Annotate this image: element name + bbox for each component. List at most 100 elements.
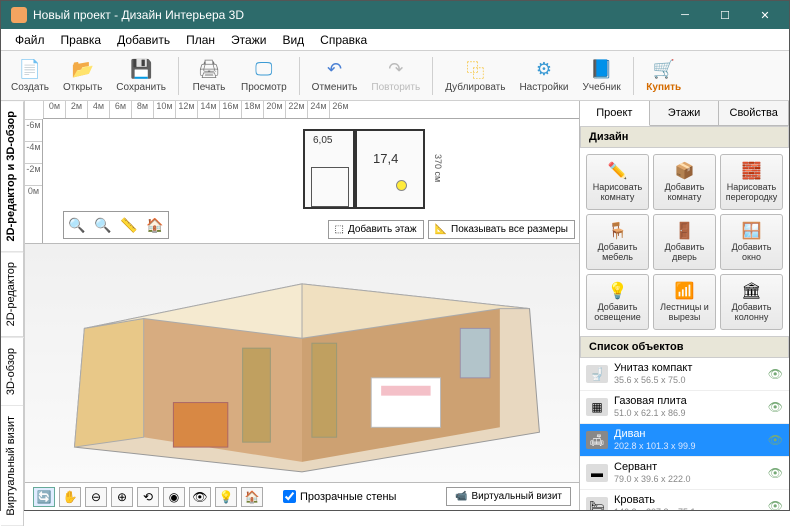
visibility-toggle-icon[interactable]: 👁	[768, 466, 783, 480]
open-button[interactable]: 📂Открыть	[57, 57, 108, 95]
close-button[interactable]: ✕	[745, 1, 785, 29]
monitor-icon: 🖵	[253, 59, 275, 81]
object-dimensions: 35.6 x 56.5 x 75.0	[614, 375, 762, 386]
object-icon: 🛋	[586, 431, 608, 449]
duplicate-button[interactable]: ⿻Дублировать	[439, 57, 511, 95]
floorplan-canvas[interactable]: 6,05 17,4 370 см 🔍 🔍 📏 🏠 ⬚Добавить этаж …	[43, 119, 579, 243]
draw-room-button[interactable]: ✏️Нарисовать комнату	[586, 154, 649, 210]
maximize-button[interactable]: ☐	[705, 1, 745, 29]
ruler-tick: -2м	[25, 163, 42, 185]
redo-button[interactable]: ↷Повторить	[365, 57, 426, 95]
save-icon: 💾	[130, 59, 152, 81]
selection-marker[interactable]	[396, 180, 407, 191]
zoom-in-2d[interactable]: 🔍	[92, 214, 114, 236]
minimize-button[interactable]: ─	[665, 1, 705, 29]
visibility-toggle-icon[interactable]: 👁	[768, 499, 783, 510]
object-icon: 🛏	[586, 497, 608, 510]
zoom-toolbar-2d: 🔍 🔍 📏 🏠	[63, 211, 169, 239]
ruler-tick: 8м	[131, 101, 153, 118]
draw-wall-button[interactable]: 🧱Нарисовать перегородку	[720, 154, 783, 210]
tab-floors[interactable]: Этажи	[650, 101, 720, 125]
home-view-2d[interactable]: 🏠	[144, 214, 166, 236]
buy-button[interactable]: 🛒Купить	[640, 57, 688, 95]
object-name: Газовая плита	[614, 395, 762, 408]
right-tabs: Проект Этажи Свойства	[580, 101, 789, 126]
menu-add[interactable]: Добавить	[109, 31, 178, 49]
object-list-item[interactable]: ▬ Сервант79.0 x 39.6 x 222.0 👁	[580, 457, 789, 490]
rotate-360-button[interactable]: 🔄	[33, 487, 55, 507]
pan-button[interactable]: ✋	[59, 487, 81, 507]
object-list-item[interactable]: 🛋 Диван202.8 x 101.3 x 99.9 👁	[580, 424, 789, 457]
ruler-tick: 12м	[175, 101, 197, 118]
object-dimensions: 202.8 x 101.3 x 99.9	[614, 441, 762, 452]
menu-plan[interactable]: План	[178, 31, 223, 49]
ruler-tick: 14м	[197, 101, 219, 118]
menu-help[interactable]: Справка	[312, 31, 375, 49]
camera-icon: 📹	[455, 491, 467, 502]
zoom-in-3d[interactable]: ⊕	[111, 487, 133, 507]
room-2[interactable]: 17,4	[355, 129, 425, 209]
visibility-toggle-icon[interactable]: 👁	[768, 400, 783, 414]
visibility-toggle-icon[interactable]: 👁	[768, 433, 783, 447]
add-box-icon: 📦	[675, 161, 695, 181]
object-list-item[interactable]: ▦ Газовая плита51.0 x 62.1 x 86.9 👁	[580, 391, 789, 424]
tutorial-button[interactable]: 📘Учебник	[577, 57, 627, 95]
ruler-icon: 📐	[435, 224, 447, 235]
home-view-3d[interactable]: 🏠	[241, 487, 263, 507]
measure-tool[interactable]: 📏	[118, 214, 140, 236]
zoom-out-3d[interactable]: ⊖	[85, 487, 107, 507]
add-furniture-button[interactable]: 🪑Добавить мебель	[586, 214, 649, 270]
tab-properties[interactable]: Свойства	[719, 101, 789, 125]
view-3d[interactable]	[25, 244, 579, 482]
view-2d[interactable]: -6м-4м-2м0м 6,05 17,4 370 см 🔍 🔍 📏 🏠	[25, 119, 579, 244]
room-1[interactable]: 6,05	[303, 129, 355, 209]
ruler-tick: -4м	[25, 141, 42, 163]
tab-virtual-visit[interactable]: Виртуальный визит	[1, 406, 24, 526]
room-2-dim: 17,4	[373, 151, 398, 166]
settings-button[interactable]: ⚙Настройки	[513, 57, 574, 95]
menu-view[interactable]: Вид	[274, 31, 312, 49]
object-icon: ▬	[586, 464, 608, 482]
object-list-item[interactable]: 🛏 Кровать146.2 x 207.3 x 75.1 👁	[580, 490, 789, 510]
print-button[interactable]: 🖨Печать	[185, 57, 233, 95]
tab-3d-view[interactable]: 3D-обзор	[1, 338, 24, 406]
tab-project[interactable]: Проект	[580, 101, 650, 126]
tab-2d-3d-combo[interactable]: 2D-редактор и 3D-обзор	[1, 101, 24, 252]
object-list[interactable]: 🚽 Унитаз компакт35.6 x 56.5 x 75.0 👁▦ Га…	[580, 358, 789, 510]
visibility-toggle-icon[interactable]: 👁	[768, 367, 783, 381]
tab-2d-editor[interactable]: 2D-редактор	[1, 252, 24, 337]
create-button[interactable]: 📄Создать	[5, 57, 55, 95]
orbit-button[interactable]: ◉	[163, 487, 185, 507]
main-area: 2D-редактор и 3D-обзор 2D-редактор 3D-об…	[1, 101, 789, 510]
look-around-button[interactable]: 👁	[189, 487, 211, 507]
window-title: Новый проект - Дизайн Интерьера 3D	[33, 8, 665, 22]
object-list-item[interactable]: 🚽 Унитаз компакт35.6 x 56.5 x 75.0 👁	[580, 358, 789, 391]
window-icon: 🪟	[742, 221, 762, 241]
save-button[interactable]: 💾Сохранить	[110, 57, 172, 95]
column-icon: 🏛	[742, 281, 762, 301]
new-file-icon: 📄	[19, 59, 41, 81]
add-lighting-button[interactable]: 💡Добавить освещение	[586, 274, 649, 330]
zoom-out-2d[interactable]: 🔍	[66, 214, 88, 236]
show-dimensions-button[interactable]: 📐Показывать все размеры	[428, 220, 575, 239]
reset-view-button[interactable]: ⟲	[137, 487, 159, 507]
room-1-dim: 6,05	[313, 135, 332, 146]
menu-floors[interactable]: Этажи	[223, 31, 274, 49]
transparent-walls-checkbox[interactable]: Прозрачные стены	[283, 490, 396, 503]
add-column-button[interactable]: 🏛Добавить колонну	[720, 274, 783, 330]
design-tools-grid: ✏️Нарисовать комнату 📦Добавить комнату 🧱…	[580, 148, 789, 336]
lighting-button[interactable]: 💡	[215, 487, 237, 507]
preview-button[interactable]: 🖵Просмотр	[235, 57, 293, 95]
stairs-button[interactable]: 📶Лестницы и вырезы	[653, 274, 716, 330]
add-window-button[interactable]: 🪟Добавить окно	[720, 214, 783, 270]
undo-button[interactable]: ↶Отменить	[306, 57, 364, 95]
objects-section-header: Список объектов	[580, 336, 789, 358]
add-floor-button[interactable]: ⬚Добавить этаж	[328, 220, 424, 239]
ruler-tick: 18м	[241, 101, 263, 118]
menu-edit[interactable]: Правка	[53, 31, 110, 49]
add-room-button[interactable]: 📦Добавить комнату	[653, 154, 716, 210]
add-door-button[interactable]: 🚪Добавить дверь	[653, 214, 716, 270]
virtual-visit-button[interactable]: 📹Виртуальный визит	[446, 487, 571, 506]
main-toolbar: 📄Создать 📂Открыть 💾Сохранить 🖨Печать 🖵Пр…	[1, 51, 789, 101]
menu-file[interactable]: Файл	[7, 31, 53, 49]
